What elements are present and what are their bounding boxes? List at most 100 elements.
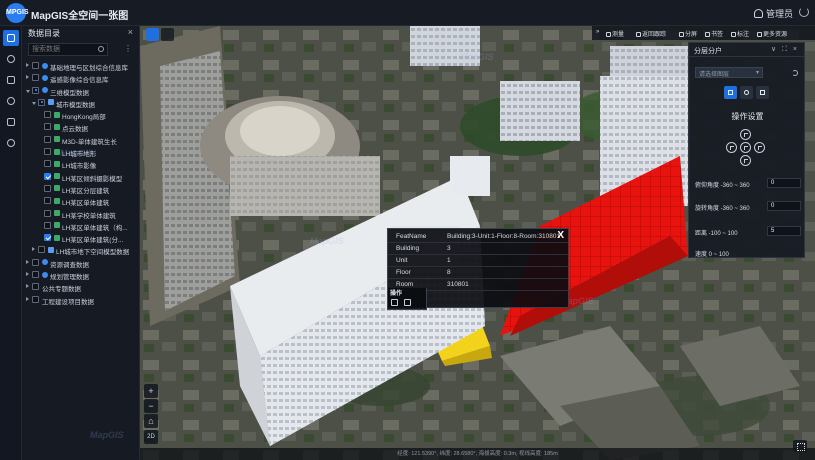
tree-node[interactable]: 点云数据 (22, 121, 140, 133)
tree-checkbox[interactable] (44, 111, 51, 119)
tree-node[interactable]: LH某区单体建筑 (22, 195, 140, 207)
pan-left-button[interactable] (726, 142, 737, 153)
tree-node[interactable]: 三维模型数据 (22, 85, 140, 97)
tree-node[interactable]: LH城市地下空间模型数据 (22, 244, 140, 256)
distance-input[interactable]: 5 (767, 226, 801, 236)
panel-window-controls[interactable]: ∨ ⛶ × (771, 45, 799, 54)
tree-node[interactable]: 资源调查数据 (22, 257, 140, 269)
tree-node[interactable]: LH某区分层建筑 (22, 183, 140, 195)
tree-checkbox[interactable] (38, 246, 45, 254)
user-menu[interactable]: 管理员 (753, 7, 793, 20)
locate-feature-icon[interactable] (391, 299, 398, 306)
tree-checkbox[interactable] (44, 221, 51, 229)
tree-checkbox[interactable] (32, 74, 39, 82)
tree-checkbox[interactable] (44, 135, 51, 143)
tree-checkbox[interactable] (32, 271, 39, 279)
tree-node[interactable]: 城市模型数据 (22, 97, 140, 109)
tree-checkbox[interactable] (32, 86, 39, 94)
tree-node-label: LH某区分层建筑 (62, 187, 110, 195)
close-icon[interactable]: × (128, 27, 133, 37)
tool-split-screen[interactable]: 分屏 (679, 29, 697, 38)
chevron-right-icon[interactable] (26, 63, 29, 67)
pan-up-button[interactable] (740, 129, 751, 140)
tree-node[interactable]: 工程建设项目数据 (22, 294, 140, 306)
mode-edit-button[interactable] (724, 86, 737, 99)
tree-checkbox[interactable] (44, 123, 51, 131)
settings-icon[interactable] (3, 135, 19, 151)
locate-icon[interactable] (146, 28, 159, 41)
tree-node[interactable]: LH某区单体建筑(分... (22, 232, 140, 244)
pan-right-button[interactable] (754, 142, 765, 153)
home-button[interactable]: ⌂ (144, 414, 158, 428)
search-icon[interactable] (161, 28, 174, 41)
tree-checkbox[interactable] (32, 258, 39, 266)
view-mode-button[interactable]: 2D (144, 430, 158, 444)
tree-node[interactable]: 公共专题数据 (22, 281, 140, 293)
chevron-right-icon[interactable] (26, 259, 29, 264)
tree-checkbox[interactable] (32, 295, 39, 303)
tree-node[interactable]: 规划管理数据 (22, 269, 140, 281)
expand-button[interactable]: » (596, 29, 599, 35)
tree-checkbox[interactable] (44, 209, 51, 217)
app-title: MapGIS全空间一张图 (31, 11, 129, 22)
tree-checkbox[interactable] (32, 283, 39, 291)
print-icon[interactable] (404, 299, 411, 306)
pitch-input[interactable]: 0 (767, 178, 801, 188)
chevron-right-icon[interactable] (26, 272, 29, 277)
tree-checkbox[interactable] (44, 197, 51, 205)
pan-down-button[interactable] (740, 155, 751, 166)
layers-icon[interactable] (3, 72, 19, 88)
annotate-icon (731, 32, 736, 37)
tree-checkbox[interactable] (32, 62, 39, 69)
layer-icon (54, 222, 60, 229)
center-button[interactable] (740, 142, 751, 153)
search-icon[interactable] (98, 46, 104, 52)
chevron-right-icon[interactable] (26, 75, 29, 80)
tree-checkbox[interactable] (44, 148, 51, 156)
tree-node[interactable]: LH某区倾斜摄影模型 (22, 171, 140, 183)
tree-checkbox[interactable] (44, 184, 51, 192)
layer-select[interactable]: 请选择图层 ▾ (695, 67, 763, 78)
tools-icon[interactable] (3, 114, 19, 130)
chevron-right-icon[interactable] (26, 296, 29, 301)
catalog-search: ⋮ (28, 43, 132, 56)
tool-more-resources[interactable]: 更多资源 (757, 29, 787, 38)
tool-track-back[interactable]: 返回跟踪 (636, 29, 666, 38)
search-input[interactable] (28, 43, 108, 56)
chevron-down-icon[interactable] (26, 89, 30, 93)
tool-annotate[interactable]: 标注 (731, 29, 749, 38)
mode-clear-button[interactable] (756, 86, 769, 99)
tree-node[interactable]: LH某学校单体建筑 (22, 208, 140, 220)
tool-measure[interactable]: 测量 (606, 29, 624, 38)
power-icon[interactable] (799, 7, 809, 17)
close-icon[interactable]: X (557, 230, 564, 241)
tool-bookmark[interactable]: 书签 (705, 29, 723, 38)
chevron-right-icon[interactable] (26, 284, 29, 289)
tree-node[interactable]: 遥感影像综合信息库 (22, 72, 140, 84)
chevron-right-icon[interactable] (32, 247, 35, 252)
tree-node[interactable]: 基础地理与区划综合信息库 (22, 60, 140, 72)
mode-pick-button[interactable] (740, 86, 753, 99)
zoom-in-button[interactable]: + (144, 384, 158, 398)
tree-node-label: 公共专题数据 (42, 286, 81, 294)
chevron-down-icon[interactable] (32, 101, 36, 105)
globe-icon[interactable] (3, 51, 19, 67)
param-distance: 距离 -100 ~ 100 5 (695, 226, 801, 237)
reset-icon[interactable] (792, 70, 798, 76)
zoom-out-button[interactable]: − (144, 399, 158, 413)
tree-checkbox[interactable] (44, 172, 51, 180)
catalog-icon[interactable] (3, 30, 19, 46)
tree-node[interactable]: LH城市影像 (22, 158, 140, 170)
tree-node[interactable]: HongKong局部 (22, 109, 140, 121)
tree-checkbox[interactable] (44, 160, 51, 168)
more-icon[interactable]: ⋮ (124, 44, 132, 53)
tree-node[interactable]: M3D-单体建筑生长 (22, 134, 140, 146)
tree-checkbox[interactable] (38, 98, 45, 106)
tree-node-label: LH城市地下空间模型数据 (56, 249, 130, 257)
analysis-icon[interactable] (3, 93, 19, 109)
rotation-input[interactable]: 0 (767, 201, 801, 211)
tree-checkbox[interactable] (44, 234, 51, 242)
tree-node[interactable]: LH某区单体建筑（构... (22, 220, 140, 232)
grid-icon[interactable] (793, 440, 807, 452)
database-icon (42, 74, 48, 81)
